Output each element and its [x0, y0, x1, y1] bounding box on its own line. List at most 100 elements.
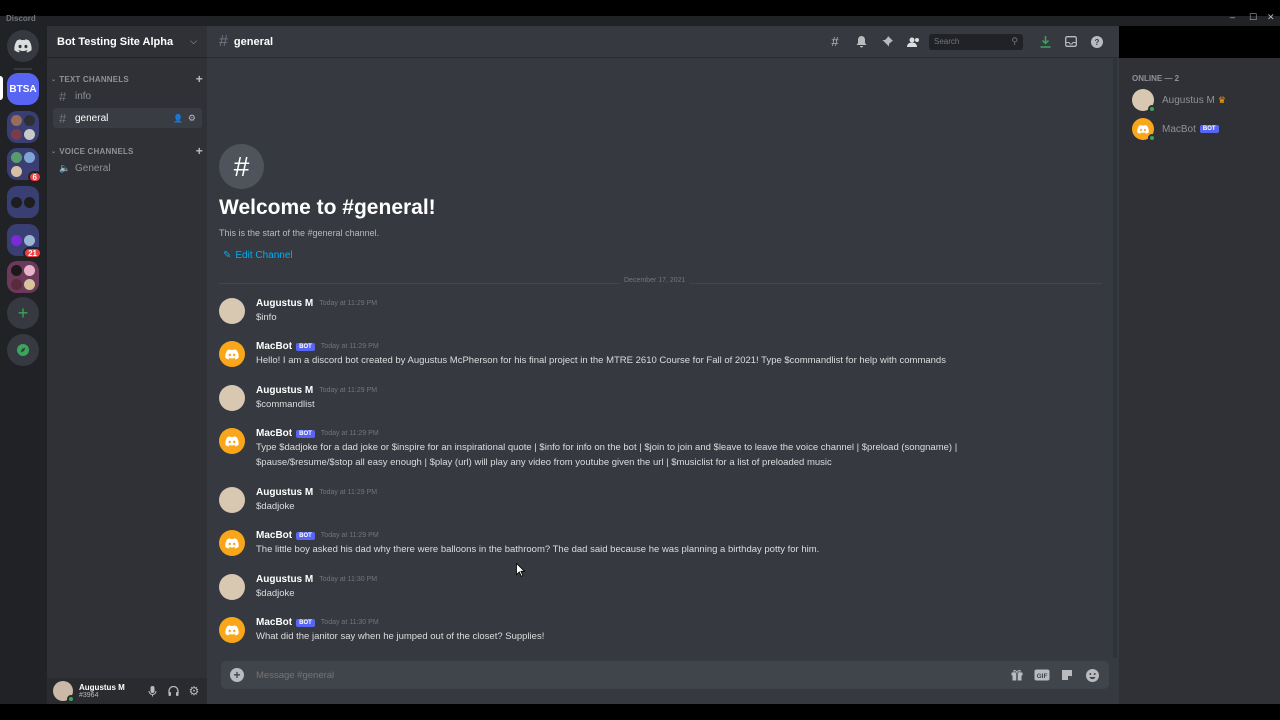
gear-icon[interactable]: ⚙ — [187, 684, 201, 698]
pin-icon[interactable] — [877, 32, 897, 52]
bell-icon[interactable] — [851, 32, 871, 52]
text-channel-icon: # — [59, 88, 67, 104]
search-input[interactable]: Search ⚲ — [929, 33, 1023, 50]
server-folder-5[interactable] — [7, 261, 39, 293]
member-augustus[interactable]: Augustus M ♛ — [1132, 88, 1272, 113]
message-timestamp: Today at 11:29 PM — [319, 489, 378, 496]
message-header: Augustus M Today at 11:29 PM — [256, 487, 377, 498]
microphone-icon[interactable] — [145, 684, 159, 698]
create-invite-icon[interactable]: 👤 — [173, 114, 183, 123]
channel-header: # general # Search ⚲ ? — [207, 26, 1119, 58]
download-icon[interactable] — [1035, 32, 1055, 52]
discord-window: Discord – ☐ ✕ BTSA 6 21 + Bot Testing Si… — [0, 0, 1280, 720]
message-author[interactable]: Augustus M — [256, 385, 313, 396]
category-voice-channels[interactable]: ⌄ VOICE CHANNELS + — [51, 144, 203, 158]
add-channel-icon[interactable]: + — [196, 72, 203, 86]
server-folder-3[interactable] — [7, 186, 39, 218]
message-text: $info — [256, 312, 277, 323]
member-macbot[interactable]: MacBot BOT — [1132, 117, 1272, 142]
member-list-icon[interactable] — [903, 32, 923, 52]
user-tag: #3964 — [79, 692, 99, 699]
sticker-icon[interactable] — [1059, 667, 1075, 683]
svg-text:GIF: GIF — [1037, 673, 1048, 680]
gear-icon[interactable]: ⚙ — [188, 113, 196, 124]
message-timestamp: Today at 11:29 PM — [320, 430, 379, 437]
message-composer[interactable]: + GIF — [221, 661, 1109, 689]
upload-plus-icon[interactable]: + — [230, 668, 244, 682]
server-folder-2[interactable]: 6 — [7, 148, 42, 183]
message-header: MacBot BOT Today at 11:29 PM — [256, 530, 379, 541]
message-header: Augustus M Today at 11:30 PM — [256, 574, 377, 585]
member-name: MacBot — [1162, 123, 1196, 135]
bot-badge: BOT — [296, 342, 315, 351]
guild-header[interactable]: Bot Testing Site Alpha ⌵ — [47, 26, 207, 58]
message-author[interactable]: MacBot — [256, 428, 292, 439]
chat-scrollbar[interactable] — [1113, 58, 1117, 658]
explore-servers-icon[interactable] — [7, 334, 39, 366]
message-author[interactable]: MacBot — [256, 341, 292, 352]
avatar[interactable] — [219, 385, 245, 411]
message-author[interactable]: MacBot — [256, 617, 292, 628]
voice-channel-general[interactable]: 🔈 General — [53, 158, 202, 178]
avatar[interactable] — [53, 681, 75, 703]
category-text-channels[interactable]: ⌄ TEXT CHANNELS + — [51, 72, 203, 86]
avatar[interactable] — [219, 428, 245, 454]
gift-icon[interactable] — [1009, 667, 1025, 683]
mention-badge: 6 — [27, 171, 42, 183]
minimize-icon[interactable]: – — [1230, 12, 1235, 22]
avatar[interactable] — [219, 530, 245, 556]
server-folder-1[interactable] — [7, 111, 39, 143]
member-list: ONLINE — 2 Augustus M ♛ MacBot BOT — [1119, 58, 1280, 704]
emoji-icon[interactable] — [1084, 667, 1100, 683]
selected-server-pill — [0, 76, 3, 100]
server-btsa[interactable]: BTSA — [7, 73, 39, 105]
server-mini-avatar — [11, 278, 22, 290]
mention-badge: 21 — [23, 247, 42, 259]
add-server-icon[interactable]: + — [7, 297, 39, 329]
avatar[interactable] — [219, 487, 245, 513]
avatar[interactable] — [219, 574, 245, 600]
server-mini-avatar — [24, 128, 35, 140]
message-text: $dadjoke — [256, 501, 295, 512]
screen-top-bar — [0, 0, 1280, 16]
discord-logo-icon — [14, 39, 32, 53]
avatar[interactable] — [219, 617, 245, 643]
member-name: Augustus M — [1162, 94, 1215, 106]
edit-channel-link[interactable]: ✎ Edit Channel — [223, 250, 293, 261]
close-icon[interactable]: ✕ — [1267, 12, 1275, 23]
message-timestamp: Today at 11:29 PM — [320, 343, 379, 350]
text-channel-icon: # — [59, 110, 67, 126]
message-author[interactable]: Augustus M — [256, 574, 313, 585]
channel-name: general — [75, 112, 109, 124]
guild-name: Bot Testing Site Alpha — [57, 35, 174, 48]
avatar[interactable] — [219, 298, 245, 324]
inbox-icon[interactable] — [1061, 32, 1081, 52]
headphones-icon[interactable] — [166, 684, 180, 698]
message-author[interactable]: Augustus M — [256, 487, 313, 498]
maximize-icon[interactable]: ☐ — [1249, 12, 1257, 23]
message-input[interactable] — [256, 669, 1000, 681]
message-author[interactable]: Augustus M — [256, 298, 313, 309]
channel-name: info — [75, 90, 92, 102]
discord-logo-icon — [1137, 124, 1149, 134]
channel-info[interactable]: # info — [53, 86, 202, 106]
home-button[interactable] — [7, 30, 39, 62]
chevron-down-icon: ⌵ — [190, 36, 197, 46]
message-timestamp: Today at 11:29 PM — [319, 387, 378, 394]
user-names[interactable]: Augustus M #3964 — [79, 683, 138, 699]
message-author[interactable]: MacBot — [256, 530, 292, 541]
pencil-icon: ✎ — [223, 250, 232, 261]
threads-icon[interactable]: # — [825, 32, 845, 52]
channel-general[interactable]: # general 👤 ⚙ — [53, 108, 202, 128]
server-mini-avatar — [24, 234, 35, 246]
bot-badge: BOT — [296, 429, 315, 438]
avatar[interactable] — [219, 341, 245, 367]
mouse-cursor-icon — [516, 563, 525, 577]
add-channel-icon[interactable]: + — [196, 144, 203, 158]
server-rail: BTSA 6 21 + — [0, 26, 47, 704]
help-icon[interactable]: ? — [1087, 32, 1107, 52]
server-folder-4[interactable]: 21 — [7, 224, 42, 259]
avatar — [1132, 89, 1156, 113]
gif-icon[interactable]: GIF — [1034, 667, 1050, 683]
edit-channel-label: Edit Channel — [235, 250, 293, 261]
